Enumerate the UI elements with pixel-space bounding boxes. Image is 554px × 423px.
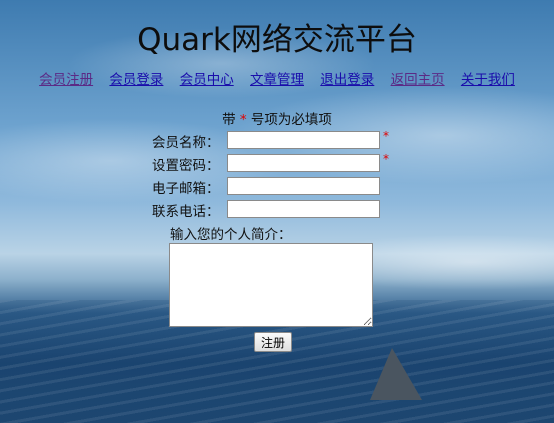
phone-label: 联系电话： [152, 204, 220, 220]
password-required-star: * [383, 152, 389, 166]
page: Quark网络交流平台 会员注册 会员登录 会员中心 文章管理 退出登录 返回主… [0, 0, 554, 423]
nav-link-article-management[interactable]: 文章管理 [250, 72, 304, 88]
email-input[interactable] [227, 177, 380, 195]
nav-link-home[interactable]: 返回主页 [391, 72, 445, 88]
intro-label: 输入您的个人简介： [170, 227, 292, 243]
username-input[interactable] [227, 131, 380, 149]
username-label: 会员名称： [152, 135, 220, 151]
nav-link-login[interactable]: 会员登录 [109, 72, 163, 88]
password-label: 设置密码： [152, 158, 220, 174]
email-label: 电子邮箱： [152, 181, 220, 197]
required-note-suffix: 号项为必填项 [250, 112, 332, 128]
intro-textarea[interactable] [169, 243, 373, 327]
password-input[interactable] [227, 154, 380, 172]
username-required-star: * [383, 129, 389, 143]
nav-link-register[interactable]: 会员注册 [39, 72, 93, 88]
nav-link-member-center[interactable]: 会员中心 [180, 72, 234, 88]
nav-link-about-us[interactable]: 关于我们 [461, 72, 515, 88]
nav-link-logout[interactable]: 退出登录 [320, 72, 374, 88]
required-note-prefix: 带 [222, 112, 236, 128]
required-star-marker: * [239, 112, 247, 128]
main-nav: 会员注册 会员登录 会员中心 文章管理 退出登录 返回主页 关于我们 [0, 68, 554, 88]
required-note: 带 * 号项为必填项 [0, 108, 554, 128]
register-submit-button[interactable]: 注册 [254, 332, 293, 352]
page-title: Quark网络交流平台 [137, 22, 417, 58]
phone-input[interactable] [227, 200, 380, 218]
